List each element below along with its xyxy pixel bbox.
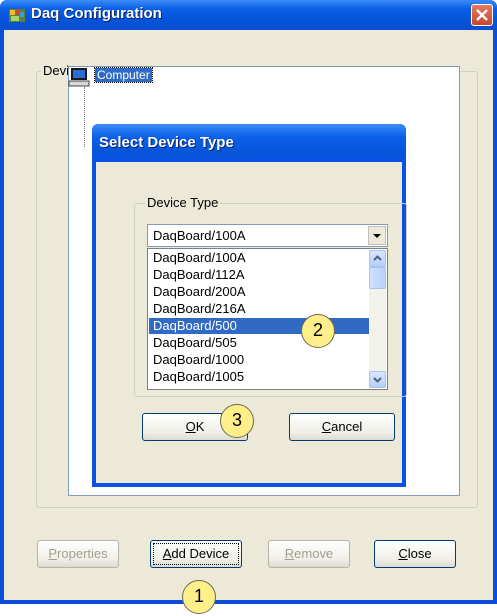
list-item[interactable]: DaqBoard/216A <box>149 301 369 317</box>
remove-mnemonic: R <box>284 546 295 561</box>
chevron-up-icon <box>373 255 382 261</box>
computer-icon <box>68 68 90 87</box>
title-bar[interactable]: Daq Configuration <box>0 0 497 30</box>
scroll-thumb[interactable] <box>369 267 386 289</box>
add-device-label: dd Device <box>171 546 230 561</box>
add-device-button[interactable]: Add Device <box>150 540 242 568</box>
dialog-title: Select Device Type <box>99 134 234 151</box>
chevron-down-icon <box>373 377 382 383</box>
remove-button[interactable]: Remove <box>268 540 350 568</box>
properties-label: roperties <box>57 546 108 561</box>
scroll-down-button[interactable] <box>369 371 386 388</box>
properties-button[interactable]: Properties <box>37 540 119 568</box>
close-label: lose <box>407 546 432 561</box>
list-item[interactable]: DaqBoard/100A <box>149 250 369 266</box>
device-type-list[interactable]: DaqBoard/100A DaqBoard/112A DaqBoard/200A D… <box>147 248 388 390</box>
daq-app-icon <box>9 9 25 22</box>
properties-mnemonic: P <box>48 546 58 561</box>
combo-selected-value: DaqBoard/100A <box>153 228 246 243</box>
list-scrollbar[interactable] <box>369 250 386 388</box>
callout-1: 1 <box>182 580 216 614</box>
cancel-mnemonic: C <box>321 419 332 434</box>
close-mnemonic: C <box>398 546 408 561</box>
dialog-title-bar[interactable]: Select Device Type <box>92 124 406 162</box>
list-item[interactable]: DaqBoard/112A <box>149 267 369 283</box>
list-item[interactable]: DaqBoard/505 <box>149 335 369 351</box>
close-icon[interactable] <box>471 4 493 26</box>
dropdown-button[interactable] <box>368 226 386 245</box>
cancel-button[interactable]: Cancel <box>289 413 395 441</box>
cancel-label: ancel <box>331 419 363 434</box>
list-item[interactable]: DaqBoard/200A <box>149 284 369 300</box>
tree-connector <box>84 87 85 147</box>
device-type-legend: Device Type <box>145 195 221 210</box>
list-item[interactable]: DaqBoard/1000 <box>149 352 369 368</box>
ok-mnemonic: O <box>185 419 196 434</box>
callout-2: 2 <box>301 314 335 348</box>
close-button[interactable]: Close <box>374 540 456 568</box>
scroll-up-button[interactable] <box>369 250 386 267</box>
close-x-glyph <box>476 9 488 21</box>
list-item[interactable]: DaqBoard/500 <box>149 318 369 334</box>
tree-item-computer[interactable]: Computer <box>94 67 153 83</box>
list-item[interactable]: DaqBoard/1005 <box>149 369 369 385</box>
chevron-down-icon <box>373 234 381 238</box>
callout-3: 3 <box>220 404 254 438</box>
window-title: Daq Configuration <box>31 5 162 22</box>
ok-label: K <box>195 419 205 434</box>
remove-label: emove <box>294 546 334 561</box>
device-type-combobox[interactable]: DaqBoard/100A <box>147 224 388 247</box>
